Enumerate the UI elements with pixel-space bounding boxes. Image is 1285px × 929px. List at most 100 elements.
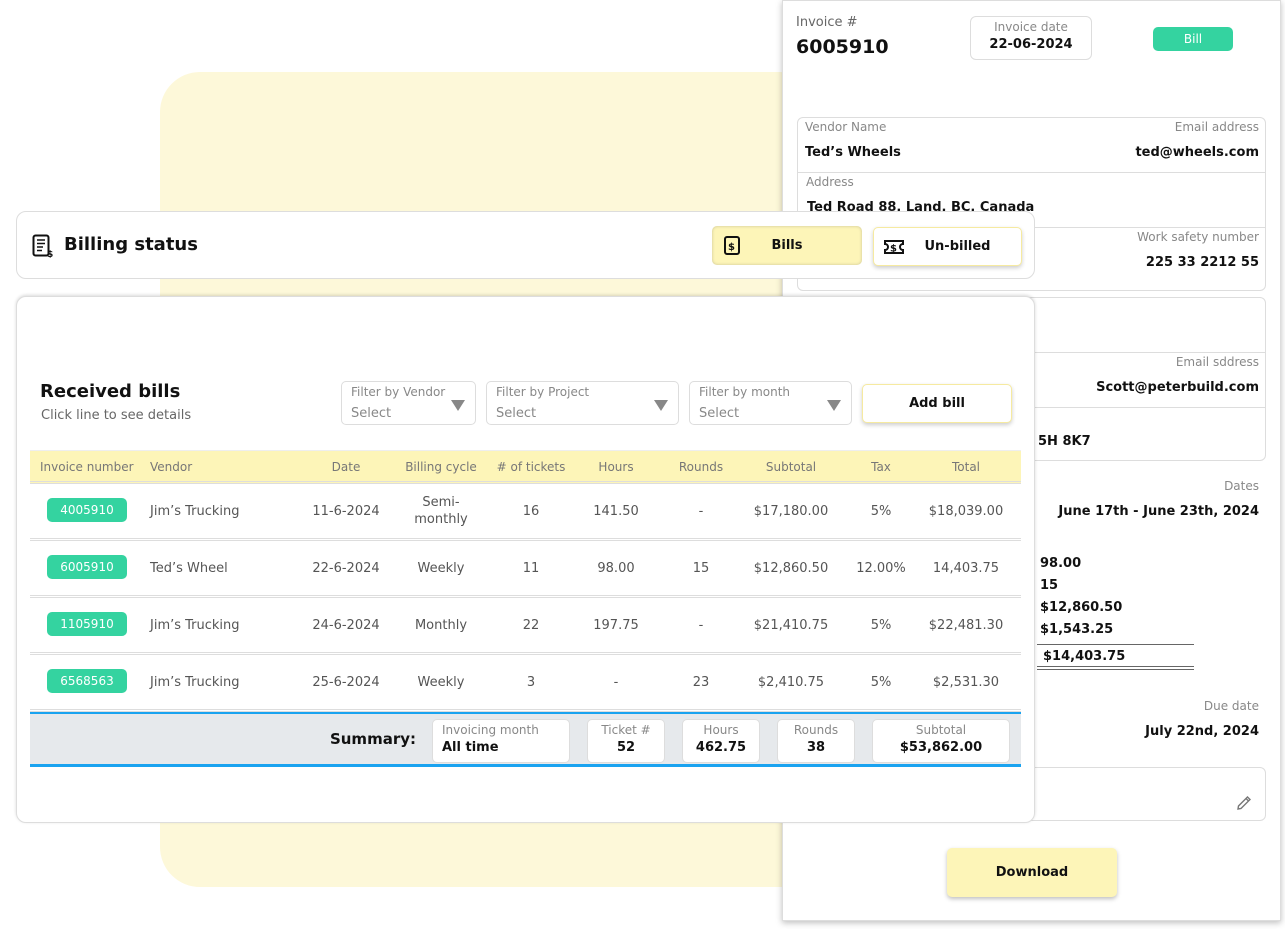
- summary-label: Summary:: [330, 730, 416, 748]
- summary-hours: Hours 462.75: [682, 719, 760, 763]
- svg-text:$: $: [728, 242, 735, 253]
- client-postal-code: 5H 8K7: [1038, 434, 1091, 449]
- filter-vendor-label: Filter by Vendor: [351, 385, 445, 399]
- cell-tax: 12.00%: [856, 541, 906, 595]
- cell-date: 24-6-2024: [312, 598, 379, 652]
- table-header: Invoice number Vendor Date Billing cycle…: [30, 450, 1021, 484]
- summary-tickets-value: 52: [588, 740, 664, 755]
- table-row[interactable]: 1105910Jim’s Trucking24-6-2024Monthly221…: [30, 598, 1021, 655]
- cell-cycle: Weekly: [418, 655, 465, 709]
- email-label: Email address: [1175, 120, 1259, 134]
- cell-hours: 141.50: [593, 484, 639, 538]
- unbilled-tab[interactable]: $ Un-billed: [873, 227, 1022, 266]
- filter-vendor-value: Select: [351, 406, 391, 421]
- summary-rounds-label: Rounds: [778, 723, 854, 737]
- work-safety-label: Work safety number: [1137, 230, 1259, 244]
- col-hours: Hours: [598, 451, 633, 483]
- invoice-number-label: Invoice #: [796, 15, 858, 30]
- bill-icon: $: [724, 236, 740, 255]
- cell-tickets: 11: [523, 541, 540, 595]
- filter-month-label: Filter by month: [699, 385, 790, 399]
- cell-subtotal: $17,180.00: [754, 484, 828, 538]
- cell-date: 22-6-2024: [312, 541, 379, 595]
- work-safety-number: 225 33 2212 55: [1146, 255, 1259, 270]
- cell-subtotal: $21,410.75: [754, 598, 828, 652]
- billing-status-title: Billing status: [64, 234, 198, 255]
- received-bills-subtitle: Click line to see details: [41, 408, 191, 423]
- table-row[interactable]: 6005910Ted’s Wheel22-6-2024Weekly1198.00…: [30, 541, 1021, 598]
- cell-rounds: 15: [693, 541, 710, 595]
- bills-tab[interactable]: $ Bills: [712, 226, 862, 265]
- bill-type-badge: Bill: [1153, 27, 1233, 51]
- cell-tax: 5%: [871, 484, 892, 538]
- invoice-number-badge: 1105910: [47, 612, 127, 636]
- client-email: Scott@peterbuild.com: [1096, 380, 1259, 395]
- cell-vendor: Jim’s Trucking: [150, 484, 240, 538]
- col-tickets: # of tickets: [497, 451, 566, 483]
- table-row[interactable]: 4005910 Jim’s Trucking 11-6-2024 Semi- mont…: [30, 484, 1021, 541]
- vendor-name-label: Vendor Name: [805, 120, 886, 134]
- cell-cycle: Semi- monthly: [414, 484, 468, 538]
- svg-text:$: $: [47, 250, 53, 258]
- filter-vendor-select[interactable]: Filter by Vendor Select: [341, 381, 476, 425]
- invoice-date-label: Invoice date: [971, 20, 1091, 34]
- invoice-number-badge: 4005910: [47, 498, 127, 522]
- cell-rounds: 23: [693, 655, 710, 709]
- svg-text:$: $: [890, 244, 897, 255]
- summary-rounds-value: 38: [778, 740, 854, 755]
- cell-date: 11-6-2024: [312, 484, 379, 538]
- filter-project-select[interactable]: Filter by Project Select: [486, 381, 679, 425]
- subtotal-value: $12,860.50: [1040, 600, 1122, 615]
- cell-total: 14,403.75: [933, 541, 999, 595]
- cell-hours: -: [614, 655, 619, 709]
- cell-tickets: 16: [523, 484, 540, 538]
- invoice-date-box: Invoice date 22-06-2024: [970, 16, 1092, 60]
- invoice-number-badge: 6568563: [47, 669, 127, 693]
- col-billing-cycle: Billing cycle: [405, 451, 477, 483]
- cell-cycle: Weekly: [418, 541, 465, 595]
- cell-hours: 98.00: [597, 541, 634, 595]
- cell-subtotal: $12,860.50: [754, 541, 828, 595]
- vendor-email: ted@wheels.com: [1135, 145, 1259, 160]
- dropdown-arrow-icon: [654, 400, 668, 411]
- summary-bar: Summary: Invoicing month All time Ticket…: [30, 712, 1021, 767]
- summary-invoicing-month[interactable]: Invoicing month All time: [432, 719, 570, 763]
- cell-tickets: 3: [527, 655, 535, 709]
- dropdown-arrow-icon: [451, 400, 465, 411]
- cell-rounds: -: [699, 484, 704, 538]
- client-email-label: Email sddress: [1176, 355, 1259, 369]
- unbilled-tab-label: Un-billed: [924, 239, 990, 254]
- cell-subtotal: $2,410.75: [758, 655, 824, 709]
- cell-hours: 197.75: [593, 598, 639, 652]
- cell-total: $2,531.30: [933, 655, 999, 709]
- cell-vendor: Jim’s Trucking: [150, 598, 240, 652]
- cell-tax: 5%: [871, 598, 892, 652]
- hours-value: 98.00: [1040, 556, 1081, 571]
- dates-value: June 17th - June 23th, 2024: [1058, 504, 1259, 519]
- dates-label: Dates: [1224, 479, 1259, 493]
- pencil-icon[interactable]: [1235, 794, 1253, 812]
- dropdown-arrow-icon: [827, 400, 841, 411]
- table-row[interactable]: 6568563Jim’s Trucking25-6-2024Weekly3-23…: [30, 655, 1021, 712]
- col-vendor: Vendor: [150, 451, 192, 483]
- received-bills-title: Received bills: [40, 381, 180, 402]
- summary-hours-label: Hours: [683, 723, 759, 737]
- invoice-number-badge: 6005910: [47, 555, 127, 579]
- cell-cycle: Monthly: [415, 598, 467, 652]
- filter-month-value: Select: [699, 406, 739, 421]
- total-value: $14,403.75: [1043, 649, 1125, 664]
- cell-total: $18,039.00: [929, 484, 1003, 538]
- cell-date: 25-6-2024: [312, 655, 379, 709]
- cell-tax: 5%: [871, 655, 892, 709]
- ticket-dollar-icon: $: [883, 239, 905, 255]
- add-bill-button[interactable]: Add bill: [862, 384, 1012, 423]
- download-button[interactable]: Download: [947, 848, 1117, 897]
- summary-invoicing-month-value: All time: [442, 740, 569, 755]
- due-date-label: Due date: [1204, 699, 1259, 713]
- summary-subtotal: Subtotal $53,862.00: [872, 719, 1010, 763]
- summary-rounds: Rounds 38: [777, 719, 855, 763]
- summary-subtotal-label: Subtotal: [873, 723, 1009, 737]
- cell-total: $22,481.30: [929, 598, 1003, 652]
- filter-month-select[interactable]: Filter by month Select: [689, 381, 852, 425]
- summary-subtotal-value: $53,862.00: [873, 740, 1009, 755]
